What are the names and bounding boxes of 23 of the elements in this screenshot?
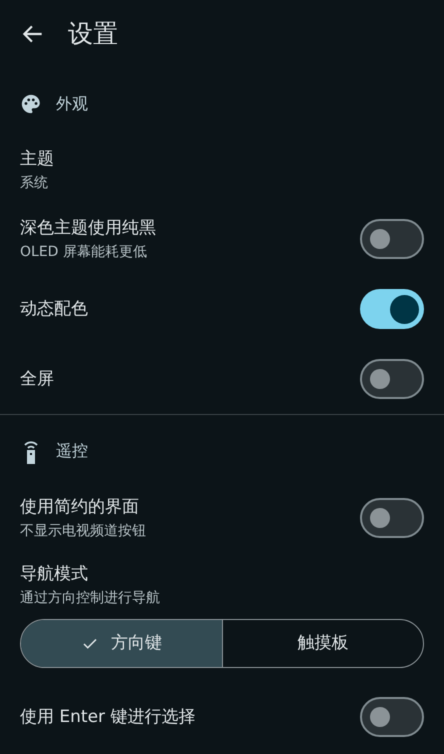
palette-icon bbox=[20, 93, 42, 115]
setting-title: 主题 bbox=[20, 148, 55, 170]
setting-summary: 不显示电视频道按钮 bbox=[20, 522, 146, 540]
toggle-switch[interactable] bbox=[360, 219, 424, 259]
toggle-switch[interactable] bbox=[360, 498, 424, 538]
setting-title: 使用 Enter 键进行选择 bbox=[20, 706, 196, 728]
toggle-switch[interactable] bbox=[360, 289, 424, 329]
setting-title: 深色主题使用纯黑 bbox=[20, 217, 156, 239]
page-title: 设置 bbox=[68, 18, 118, 50]
setting-title: 全屏 bbox=[20, 368, 54, 390]
setting-title: 使用简约的界面 bbox=[20, 496, 140, 518]
section-header: 外观 bbox=[56, 93, 88, 115]
setting-title: 动态配色 bbox=[20, 298, 88, 320]
segment-tab[interactable]: 方向键 bbox=[21, 620, 222, 667]
setting-summary: 系统 bbox=[20, 174, 49, 192]
section-header: 遥控 bbox=[56, 440, 88, 462]
toggle-switch[interactable] bbox=[360, 697, 424, 737]
setting-title: 导航模式 bbox=[20, 563, 89, 585]
segment-tab[interactable]: 触摸板 bbox=[222, 620, 423, 667]
setting-row[interactable]: 主题 系统 bbox=[0, 136, 444, 204]
setting-summary: 通过方向控制进行导航 bbox=[20, 589, 161, 607]
setting-summary: OLED 屏幕能耗更低 bbox=[20, 243, 148, 261]
toggle-switch[interactable] bbox=[360, 359, 424, 399]
